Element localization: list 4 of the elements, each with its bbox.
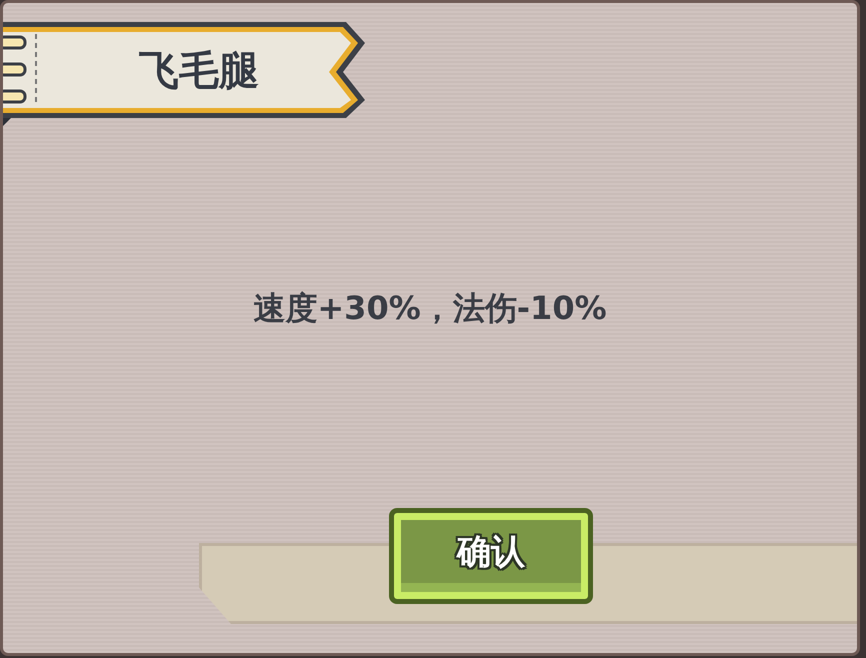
effect-description: 速度+30%，法伤-10%: [253, 288, 607, 329]
dialog-title: 飞毛腿: [139, 46, 259, 96]
binder-rings-drawing: [3, 36, 26, 104]
confirm-button[interactable]: 确认: [389, 508, 593, 604]
